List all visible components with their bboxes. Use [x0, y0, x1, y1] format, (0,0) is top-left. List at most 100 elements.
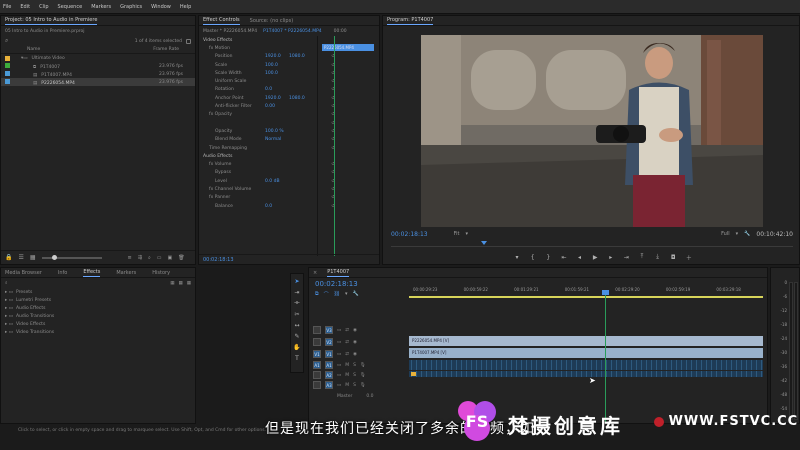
source-patch[interactable] [313, 381, 321, 389]
export-frame-icon[interactable]: ◘ [669, 253, 677, 261]
go-to-in-icon[interactable]: ⇤ [560, 253, 568, 261]
close-icon[interactable]: × [313, 270, 317, 276]
menu-clip[interactable]: Clip [39, 4, 48, 10]
audio-clip-a1[interactable] [409, 360, 763, 370]
lock-icon[interactable]: ▭ [337, 373, 341, 378]
accelerated-icon[interactable]: ▦ [170, 281, 174, 286]
new-bin-icon[interactable] [186, 38, 191, 44]
fit-dropdown[interactable]: Fit [454, 231, 460, 237]
work-area-bar[interactable] [409, 296, 763, 298]
master-value[interactable]: 0.0 [366, 394, 373, 399]
effect-footer-timecode[interactable]: 00:02:18:13 [203, 257, 234, 263]
32bit-icon[interactable]: ▦ [178, 281, 182, 286]
icon-view-icon[interactable]: ▦ [30, 254, 36, 261]
lock-icon[interactable]: ▭ [337, 352, 341, 357]
track-select-tool-icon[interactable]: ⇥ [293, 288, 301, 296]
sync-lock-icon[interactable]: ⇄ [345, 340, 349, 345]
solo-icon[interactable]: S [353, 373, 356, 378]
source-patch[interactable] [313, 326, 321, 334]
extract-icon[interactable]: ⤓ [654, 253, 662, 261]
effect-property-row[interactable]: Rotation0.0↺ [199, 86, 335, 94]
effect-property-row[interactable]: Video Effects [199, 36, 335, 44]
automate-icon[interactable]: ⇶ [138, 255, 142, 261]
effect-property-value[interactable]: 0.0 [265, 204, 289, 209]
video-clip-v2[interactable]: P2226054.MP4 [V] [409, 336, 763, 346]
track-target-toggle[interactable]: A1 [325, 361, 333, 369]
add-marker-icon[interactable]: ▾ [345, 291, 348, 298]
linked-selection-icon[interactable]: ⛓ [334, 291, 340, 298]
effect-property-value[interactable]: 1920.0 [265, 54, 289, 59]
effect-property-row[interactable]: Bypass↺ [199, 169, 335, 177]
lift-icon[interactable]: ⤒ [638, 253, 646, 261]
source-patch[interactable] [313, 338, 321, 346]
lock-icon[interactable]: 🔒 [5, 254, 12, 261]
nest-icon[interactable]: ⧉ [315, 291, 319, 298]
effect-property-row[interactable]: fx Opacity↺ [199, 111, 335, 119]
tab-info[interactable]: Info [58, 270, 67, 276]
effect-property-row[interactable]: Scale Width100.0↺ [199, 69, 335, 77]
new-bin-footer-icon[interactable]: ▭ [157, 255, 162, 261]
effect-property-value[interactable]: 0.00 [265, 104, 289, 109]
type-tool-icon[interactable]: T [293, 354, 301, 362]
slip-tool-icon[interactable]: ↔ [293, 321, 301, 329]
play-icon[interactable]: ▶ [591, 253, 599, 261]
effect-property-row[interactable]: ↺ [199, 119, 335, 127]
effect-property-row[interactable]: fx Panner↺ [199, 194, 335, 202]
step-forward-icon[interactable]: ▸ [607, 253, 615, 261]
track-target-toggle[interactable]: A2 [325, 371, 333, 379]
sort-icon[interactable]: ≡ [128, 255, 132, 261]
effects-folder-item[interactable]: ▸ ▭ Lumetri Presets [5, 296, 195, 304]
eye-icon[interactable]: ◉ [353, 352, 357, 357]
effects-folder-item[interactable]: ▸ ▭ Video Transitions [5, 328, 195, 336]
microphone-icon[interactable]: 🎙 [360, 363, 366, 368]
mark-in-icon[interactable]: { [529, 253, 537, 261]
search-icon[interactable]: ⌕ [5, 37, 8, 45]
audio-clip-a2-marker[interactable] [411, 372, 416, 376]
effects-folder-item[interactable]: ▸ ▭ Presets [5, 288, 195, 296]
effects-folder-item[interactable]: ▸ ▭ Audio Effects [5, 304, 195, 312]
timeline-playhead-handle[interactable] [602, 290, 609, 295]
effect-property-row[interactable]: Audio Effects [199, 152, 335, 160]
timeline-tab[interactable]: P1T4007 [327, 269, 350, 277]
lock-icon[interactable]: ▭ [337, 328, 341, 333]
mark-out-icon[interactable]: } [544, 253, 552, 261]
effect-property-value[interactable]: 100.0 [265, 71, 289, 76]
search-icon[interactable]: ⌕ [5, 280, 8, 286]
add-marker-icon[interactable]: ▾ [513, 253, 521, 261]
effect-playhead[interactable] [334, 36, 335, 256]
quality-dropdown[interactable]: Full [721, 231, 730, 237]
effect-clip-bar[interactable]: P2226054.MP4 [322, 44, 374, 51]
effect-property-row[interactable]: Blend ModeNormal↺ [199, 136, 335, 144]
tab-source[interactable]: Source: (no clips) [250, 18, 293, 24]
effect-property-value[interactable]: 100.0 [265, 63, 289, 68]
new-item-icon[interactable]: ▣ [168, 255, 173, 261]
lock-icon[interactable]: ▭ [337, 363, 341, 368]
microphone-icon[interactable]: 🎙 [360, 373, 366, 378]
program-playhead[interactable] [481, 241, 487, 245]
track-target-toggle[interactable]: V3 [325, 326, 333, 334]
effect-property-value2[interactable]: 1080.0 [289, 96, 313, 101]
program-timecode[interactable]: 00:02:18:13 [391, 231, 428, 238]
track-target-toggle[interactable]: V1 [325, 350, 333, 358]
col-frame-rate[interactable]: Frame Rate [153, 47, 179, 52]
timeline-ruler[interactable]: 00:00:29:23 00:00:59:22 00:01:29:21 00:01:5… [409, 284, 763, 298]
tab-effects[interactable]: Effects [83, 269, 101, 277]
eye-icon[interactable]: ◉ [353, 340, 357, 345]
pen-tool-icon[interactable]: ✎ [293, 332, 301, 340]
project-item-selected[interactable]: ▤ P2226054.MP4 23.976 fps [1, 78, 195, 86]
tab-markers[interactable]: Markers [116, 270, 136, 276]
col-name[interactable]: Name [27, 47, 40, 52]
yuv-icon[interactable]: ▦ [187, 281, 191, 286]
chevron-down-icon[interactable]: ▾ [465, 231, 468, 237]
go-to-out-icon[interactable]: ⇥ [622, 253, 630, 261]
hand-tool-icon[interactable]: ✋ [293, 343, 301, 351]
program-tab[interactable]: Program: P1T4007 [387, 17, 434, 25]
video-clip-v1[interactable]: P1T4007.MP4 [V] [409, 348, 763, 358]
find-icon[interactable]: ⌕ [148, 255, 151, 261]
sequence-clip-label[interactable]: P1T4007 * P2226054.MP4 [263, 29, 322, 34]
effect-property-row[interactable]: fx Volume↺ [199, 160, 335, 168]
project-item[interactable]: ▾▭ Ultimate Video [1, 54, 195, 62]
effect-property-row[interactable]: Uniform Scale↺ [199, 77, 335, 85]
timeline-playhead[interactable] [605, 292, 606, 422]
menu-window[interactable]: Window [151, 4, 171, 10]
